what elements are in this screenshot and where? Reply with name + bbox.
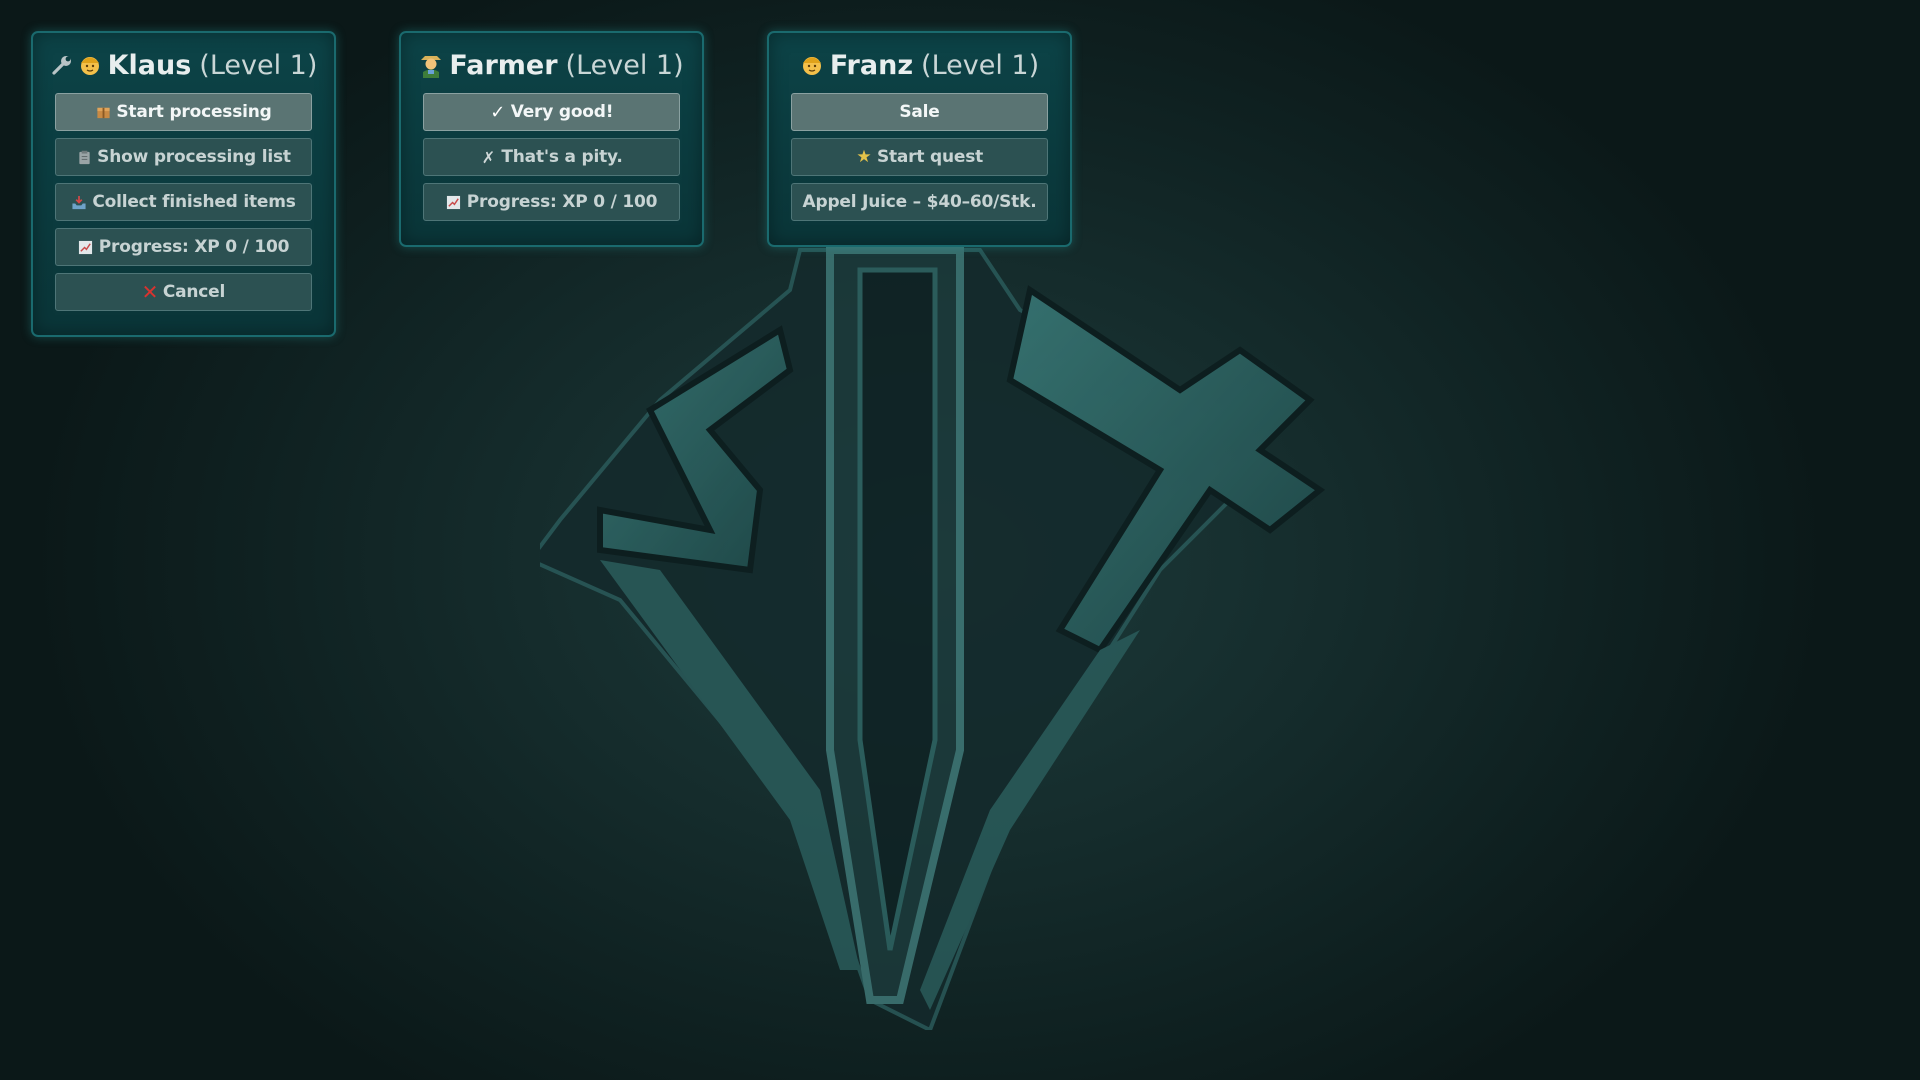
thats-a-pity-button[interactable]: ✗ That's a pity. (423, 138, 680, 176)
progress-xp-button[interactable]: Progress: XP 0 / 100 (423, 183, 680, 221)
very-good-button[interactable]: ✓ Very good! (423, 93, 680, 131)
npc-level: (Level 1) (199, 49, 318, 81)
panel-title: Klaus (Level 1) (33, 47, 334, 83)
npc-name: Farmer (449, 49, 558, 81)
cancel-button[interactable]: ✕ Cancel (55, 273, 312, 311)
button-label: That's a pity. (501, 147, 623, 167)
background-logo-emblem (540, 246, 1326, 1030)
npc-name: Klaus (107, 49, 192, 81)
button-label: Sale (899, 102, 940, 122)
button-label: Very good! (510, 102, 614, 122)
worker-face-icon (80, 57, 99, 75)
npc-level: (Level 1) (921, 49, 1040, 81)
cross-mark-icon: ✕ (141, 280, 159, 304)
inbox-tray-icon (72, 195, 86, 209)
button-label: Appel Juice – $40–60/Stk. (802, 192, 1037, 212)
start-quest-button[interactable]: ★ Start quest (791, 138, 1048, 176)
button-label: Collect finished items (92, 192, 296, 212)
start-processing-button[interactable]: Start processing (55, 93, 312, 131)
panel-title: Franz (Level 1) (769, 47, 1070, 83)
farmer-icon (421, 56, 442, 78)
franz-dialog-panel: Franz (Level 1) Sale ★ Start quest Appel… (767, 31, 1072, 247)
button-label: Show processing list (97, 147, 291, 167)
button-label: Start processing (116, 102, 272, 122)
chart-icon (447, 195, 461, 209)
clipboard-icon (79, 150, 90, 164)
npc-level: (Level 1) (565, 49, 684, 81)
collect-finished-items-button[interactable]: Collect finished items (55, 183, 312, 221)
appel-juice-price-button[interactable]: Appel Juice – $40–60/Stk. (791, 183, 1048, 221)
wrench-icon (51, 56, 71, 75)
farmer-dialog-panel: Farmer (Level 1) ✓ Very good! ✗ That's a… (399, 31, 704, 247)
sale-button[interactable]: Sale (791, 93, 1048, 131)
panel-title: Farmer (Level 1) (401, 47, 702, 83)
worker-face-icon (802, 57, 821, 75)
button-label: Progress: XP 0 / 100 (98, 237, 290, 257)
klaus-dialog-panel: Klaus (Level 1) Start processing Show pr… (31, 31, 336, 337)
button-label: Start quest (876, 147, 984, 167)
progress-xp-button[interactable]: Progress: XP 0 / 100 (55, 228, 312, 266)
button-label: Progress: XP 0 / 100 (466, 192, 658, 212)
x-icon: ✗ (481, 147, 495, 167)
npc-name: Franz (829, 49, 914, 81)
chart-icon (79, 240, 93, 254)
package-icon (97, 107, 110, 118)
star-icon: ★ (856, 147, 872, 167)
check-icon: ✓ (490, 101, 506, 123)
button-label: Cancel (162, 282, 226, 302)
show-processing-list-button[interactable]: Show processing list (55, 138, 312, 176)
